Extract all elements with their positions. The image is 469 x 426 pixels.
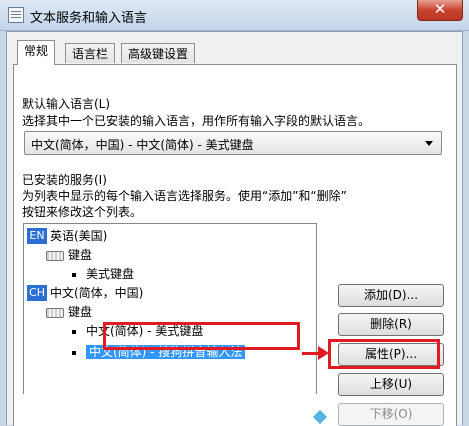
bullet-icon [72,272,76,277]
properties-button[interactable]: 属性(P)... [338,343,444,366]
tree-node-english[interactable]: EN 英语(美国) [27,227,107,245]
remove-button[interactable]: 删除(R) [338,313,444,336]
keyboard-icon [46,250,64,261]
tree-node-sogou-pinyin[interactable]: 中文(简体) - 搜狗拼音输入法 [70,343,246,361]
tree-node-en-keyboard[interactable]: 键盘 [46,246,92,264]
lang-badge-ch: CH [27,285,47,301]
installed-services-desc-1: 为列表中显示的每个输入语言选择服务。使用“添加”和“删除” [22,189,347,203]
keyboard-icon [46,307,64,318]
move-down-button[interactable]: 下移(O) [338,403,444,426]
annotation-arrow-icon [318,346,329,360]
tree-label: 中文(简体，中国) [50,286,144,300]
tree-node-chinese[interactable]: CH 中文(简体，中国) [27,284,143,302]
close-button[interactable]: ✕ [417,0,463,21]
bullet-icon [72,350,76,355]
title-bar[interactable]: 文本服务和输入语言 ✕ [0,0,469,31]
services-tree[interactable]: EN 英语(美国) 键盘 美式键盘 CH 中文(简体，中国) 键盘 中文(简体) -… [23,223,317,394]
chevron-down-icon [425,141,433,146]
tab-advanced-key-settings[interactable]: 高级键设置 [121,43,196,63]
tree-node-ch-keyboard[interactable]: 键盘 [46,303,92,321]
tree-label: 键盘 [68,305,93,319]
dropdown-value: 中文(简体，中国) - 中文(简体) - 美式键盘 [31,138,254,152]
tree-label-selected: 中文(简体) - 搜狗拼音输入法 [86,345,246,359]
tree-node-ch-us-keyboard[interactable]: 中文(简体) - 美式键盘 [70,322,203,340]
tree-label: 中文(简体) - 美式键盘 [86,324,204,338]
window-icon [8,7,24,23]
tab-language-bar[interactable]: 语言栏 [65,43,116,63]
tree-label: 英语(美国) [50,229,108,243]
installed-services-title: 已安装的服务(I) [22,173,107,187]
add-button[interactable]: 添加(D)... [338,284,444,307]
dialog-client: 常规 语言栏 高级键设置 默认输入语言(L) 选择其中一个已安装的输入语言，用作… [6,31,463,426]
move-up-button[interactable]: 上移(U) [338,373,444,396]
default-language-dropdown[interactable]: 中文(简体，中国) - 中文(简体) - 美式键盘 [24,131,442,155]
default-language-description: 选择其中一个已安装的输入语言，用作所有输入字段的默认语言。 [22,114,371,128]
tree-node-en-us-keyboard[interactable]: 美式键盘 [70,265,134,283]
tree-label: 键盘 [68,248,93,262]
tab-general[interactable]: 常规 [17,40,56,65]
tree-label: 美式键盘 [86,267,135,281]
bullet-icon [72,329,76,334]
window-title: 文本服务和输入语言 [30,11,148,26]
lang-badge-en: EN [27,228,47,244]
installed-services-desc-2: 按钮来修改这个列表。 [22,205,143,219]
default-language-title: 默认输入语言(L) [22,97,111,111]
